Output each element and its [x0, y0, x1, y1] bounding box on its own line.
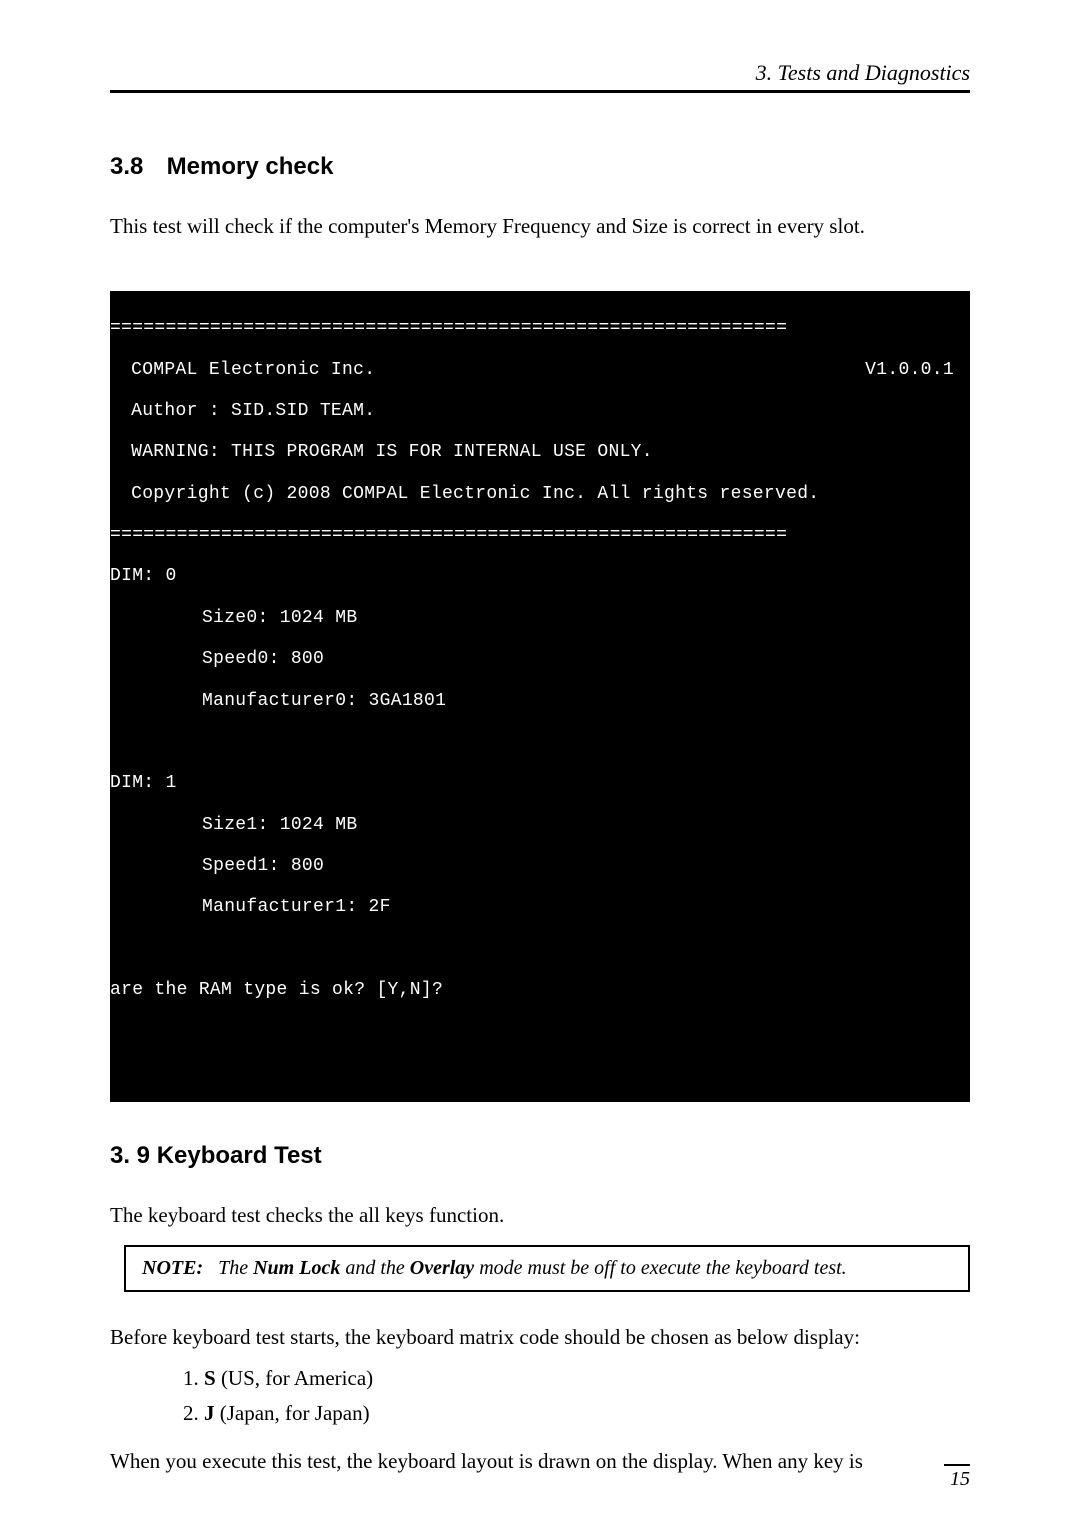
section-3-9-heading: 3. 9 Keyboard Test [110, 1142, 970, 1170]
option-key-s: S [204, 1366, 216, 1390]
note-box: NOTE: The Num Lock and the Overlay mode … [124, 1245, 970, 1292]
document-page: 3. Tests and Diagnostics 3.8 Memory chec… [0, 0, 1080, 1531]
section-3-9-intro: The keyboard test checks the all keys fu… [110, 1200, 970, 1230]
terminal-mfr1: Manufacturer1: 2F [110, 897, 970, 918]
terminal-divider: ========================================… [110, 525, 970, 546]
section-3-8-intro: This test will check if the computer's M… [110, 211, 970, 241]
section-number: 3.8 [110, 153, 160, 181]
footer: 15 [110, 1464, 970, 1491]
terminal-warning: WARNING: THIS PROGRAM IS FOR INTERNAL US… [110, 442, 970, 463]
footer-rule [944, 1464, 970, 1466]
section-number: 3. 9 [110, 1142, 150, 1169]
terminal-size0: Size0: 1024 MB [110, 608, 970, 629]
terminal-mfr0: Manufacturer0: 3GA1801 [110, 691, 970, 712]
section-title: Keyboard Test [157, 1142, 322, 1169]
terminal-prompt: are the RAM type is ok? [Y,N]? [110, 980, 970, 1001]
terminal-dim1: DIM: 1 [110, 773, 970, 794]
terminal-output: ========================================… [110, 291, 970, 1102]
note-keyword-overlay: Overlay [410, 1257, 474, 1279]
terminal-company-line: COMPAL Electronic Inc. V1.0.0.1 [110, 360, 970, 381]
note-keyword-numlock: Num Lock [253, 1257, 340, 1279]
terminal-copyright: Copyright (c) 2008 COMPAL Electronic Inc… [110, 484, 970, 505]
option-desc: (US, for America) [216, 1366, 373, 1390]
note-label: NOTE: [142, 1257, 203, 1279]
before-test-text: Before keyboard test starts, the keyboar… [110, 1322, 970, 1352]
terminal-author: Author : SID.SID TEAM. [110, 401, 970, 422]
terminal-company: COMPAL Electronic Inc. [120, 360, 375, 380]
terminal-version: V1.0.0.1 [865, 360, 968, 381]
header-rule [110, 90, 970, 93]
section-title: Memory check [167, 153, 334, 180]
terminal-speed1: Speed1: 800 [110, 856, 970, 877]
list-item: S (US, for America) [204, 1366, 970, 1391]
section-3-8-heading: 3.8 Memory check [110, 153, 970, 181]
note-text: mode must be off to execute the keyboard… [474, 1257, 846, 1279]
note-text: and the [340, 1257, 409, 1279]
list-item: J (Japan, for Japan) [204, 1401, 970, 1426]
page-number: 15 [110, 1468, 970, 1491]
terminal-size1: Size1: 1024 MB [110, 815, 970, 836]
note-text: The [218, 1257, 253, 1279]
running-header: 3. Tests and Diagnostics [110, 60, 970, 86]
terminal-speed0: Speed0: 800 [110, 649, 970, 670]
terminal-divider: ========================================… [110, 318, 970, 339]
keyboard-options-list: S (US, for America) J (Japan, for Japan) [180, 1366, 970, 1426]
option-key-j: J [204, 1401, 215, 1425]
option-desc: (Japan, for Japan) [215, 1401, 370, 1425]
terminal-dim0: DIM: 0 [110, 566, 970, 587]
